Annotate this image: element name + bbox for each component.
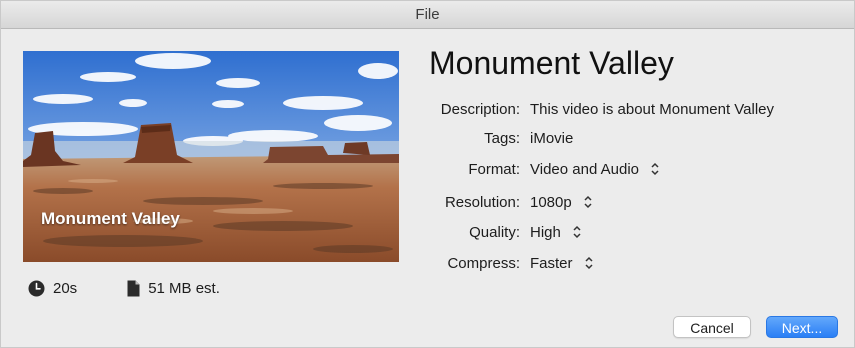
quality-label: Quality: — [469, 223, 520, 241]
up-down-chevron-icon — [584, 195, 592, 209]
quality-popup[interactable]: High — [530, 224, 581, 241]
up-down-chevron-icon — [584, 256, 593, 270]
resolution-popup[interactable]: 1080p — [530, 194, 592, 211]
compress-popup[interactable]: Faster — [530, 255, 593, 272]
format-row: Format: Video and Audio — [421, 157, 659, 181]
compress-label: Compress: — [447, 254, 520, 272]
resolution-row: Resolution: 1080p — [421, 190, 592, 214]
resolution-label: Resolution: — [444, 193, 520, 211]
project-title[interactable]: Monument Valley — [429, 45, 674, 82]
quality-value: High — [530, 223, 561, 241]
format-label: Format: — [468, 160, 520, 178]
format-popup[interactable]: Video and Audio — [530, 161, 659, 178]
share-file-dialog: File Monument Valley 20s 51 MB est. Monu… — [0, 0, 855, 348]
thumbnail-caption: Monument Valley — [41, 209, 180, 228]
quality-row: Quality: High — [421, 220, 581, 244]
document-icon — [127, 280, 140, 297]
tags-row: Tags: iMovie — [421, 126, 573, 150]
description-label: Description: — [440, 100, 520, 118]
compress-value: Faster — [530, 254, 573, 272]
filesize-stat: 51 MB est. — [127, 280, 220, 297]
tags-field[interactable]: iMovie — [530, 130, 573, 147]
tags-label: Tags: — [484, 129, 520, 147]
duration-stat: 20s — [28, 280, 77, 297]
filesize-value: 51 MB est. — [148, 279, 220, 297]
duration-value: 20s — [53, 279, 78, 297]
clock-icon — [28, 280, 45, 297]
export-stats: 20s 51 MB est. — [28, 277, 220, 299]
cancel-button[interactable]: Cancel — [673, 316, 751, 338]
resolution-value: 1080p — [530, 193, 572, 211]
format-value: Video and Audio — [530, 160, 639, 178]
description-row: Description: This video is about Monumen… — [421, 97, 774, 121]
up-down-chevron-icon — [651, 162, 659, 176]
next-button[interactable]: Next... — [766, 316, 838, 338]
window-title: File — [1, 1, 854, 29]
up-down-chevron-icon — [573, 225, 581, 239]
compress-row: Compress: Faster — [421, 251, 593, 275]
description-field[interactable]: This video is about Monument Valley — [530, 101, 774, 118]
monument-valley-image — [23, 51, 399, 262]
video-thumbnail: Monument Valley — [23, 51, 399, 262]
